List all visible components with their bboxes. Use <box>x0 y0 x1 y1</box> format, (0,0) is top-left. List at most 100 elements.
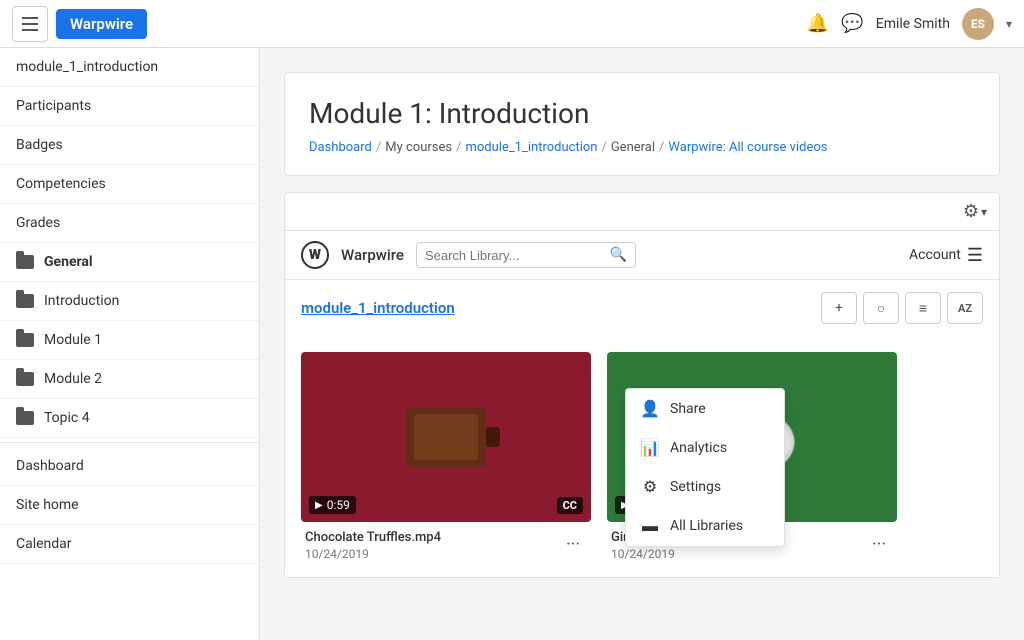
breadcrumb-sep: / <box>659 140 664 155</box>
breadcrumb-module[interactable]: module_1_introduction <box>465 140 597 155</box>
navbar-right: 🔔 💬 Emile Smith ES ▾ <box>807 8 1012 40</box>
dropdown-label-share: Share <box>670 401 706 417</box>
dropdown-label-analytics: Analytics <box>670 440 727 456</box>
warpwire-container: ⚙ ▾ W Warpwire 🔍 Account ☰ <box>284 192 1000 578</box>
hamburger-line-3 <box>22 29 38 31</box>
search-bar[interactable]: 🔍 <box>416 242 636 268</box>
main-content: Module 1: Introduction Dashboard / My co… <box>260 48 1024 640</box>
person-icon: 👤 <box>640 399 660 418</box>
sidebar-item-label: Introduction <box>44 293 119 309</box>
circle-button[interactable]: ○ <box>863 292 899 324</box>
dropdown-label-settings: Settings <box>670 479 721 495</box>
video-date-2: 10/24/2019 <box>611 547 865 561</box>
sidebar-item-dashboard[interactable]: Dashboard <box>0 447 259 486</box>
search-icon[interactable]: 🔍 <box>610 247 627 263</box>
video-filename-1: Chocolate Truffles.mp4 <box>305 530 559 545</box>
search-input[interactable] <box>425 248 604 263</box>
list-button[interactable]: ≡ <box>905 292 941 324</box>
sidebar-item-label: Site home <box>16 497 79 513</box>
dropdown-item-all-libraries[interactable]: ▬ All Libraries <box>626 506 784 546</box>
sidebar-item-label: module_1_introduction <box>16 59 158 75</box>
layers-icon: ▬ <box>640 516 660 536</box>
warpwire-header: W Warpwire 🔍 Account ☰ <box>285 231 999 280</box>
breadcrumb-sep: / <box>376 140 381 155</box>
sidebar-divider <box>0 442 259 443</box>
hamburger-button[interactable] <box>12 6 48 42</box>
sidebar-item-grades[interactable]: Grades <box>0 204 259 243</box>
sidebar-item-label: Dashboard <box>16 458 84 474</box>
sidebar-item-label: Topic 4 <box>44 410 90 426</box>
sidebar-item-label: General <box>44 254 93 270</box>
sidebar-item-label: Participants <box>16 98 91 114</box>
user-dropdown-arrow[interactable]: ▾ <box>1006 17 1012 31</box>
sidebar-item-label: Grades <box>16 215 60 231</box>
gear-icon: ⚙ <box>963 201 979 222</box>
breadcrumb-warpwire[interactable]: Warpwire: All course videos <box>668 140 827 155</box>
add-button[interactable]: + <box>821 292 857 324</box>
username-label: Emile Smith <box>876 16 950 32</box>
warpwire-logo: W <box>301 241 329 269</box>
messages-icon[interactable]: 💬 <box>841 13 863 34</box>
video-duration-1: ▶ 0:59 <box>309 496 356 514</box>
gear-settings-button[interactable]: ⚙ ▾ <box>963 201 987 222</box>
sidebar-item-label: Competencies <box>16 176 106 192</box>
action-buttons: + ○ ≡ AZ <box>821 292 983 324</box>
sidebar-item-label: Calendar <box>16 536 72 552</box>
sidebar-item-module1[interactable]: Module 1 <box>0 321 259 360</box>
notifications-icon[interactable]: 🔔 <box>807 13 829 34</box>
hamburger-line-1 <box>22 17 38 19</box>
video-date-1: 10/24/2019 <box>305 547 559 561</box>
hamburger-menu-icon: ☰ <box>967 245 983 266</box>
layout: module_1_introduction Participants Badge… <box>0 48 1024 640</box>
sidebar-item-badges[interactable]: Badges <box>0 126 259 165</box>
sidebar-item-introduction[interactable]: Introduction <box>0 282 259 321</box>
dropdown-item-settings[interactable]: ⚙ Settings <box>626 467 784 506</box>
page-header: Module 1: Introduction Dashboard / My co… <box>284 72 1000 176</box>
az-button[interactable]: AZ <box>947 292 983 324</box>
sidebar-item-participants[interactable]: Participants <box>0 87 259 126</box>
dropdown-item-analytics[interactable]: 📊 Analytics <box>626 428 784 467</box>
sidebar-item-calendar[interactable]: Calendar <box>0 525 259 564</box>
sidebar-item-module2[interactable]: Module 2 <box>0 360 259 399</box>
folder-icon <box>16 372 34 386</box>
hamburger-line-2 <box>22 23 38 25</box>
dropdown-menu: 👤 Share 📊 Analytics ⚙ Settings ▬ All Lib… <box>625 388 785 547</box>
video-card-1: ▶ 0:59 CC Chocolate Truffles.mp4 10/24/2… <box>301 352 591 565</box>
folder-icon <box>16 411 34 425</box>
sidebar-item-label: Badges <box>16 137 63 153</box>
warpwire-toolbar: ⚙ ▾ <box>285 193 999 231</box>
sidebar-item-sitehome[interactable]: Site home <box>0 486 259 525</box>
sidebar-item-label: Module 1 <box>44 332 102 348</box>
sidebar-item-topic4[interactable]: Topic 4 <box>0 399 259 438</box>
video-more-button-2[interactable]: ··· <box>865 530 893 558</box>
sidebar-item-label: Module 2 <box>44 371 102 387</box>
folder-icon <box>16 294 34 308</box>
account-button[interactable]: Account ☰ <box>909 245 983 266</box>
cutting-board-svg <box>386 392 506 482</box>
warpwire-brand-label: Warpwire <box>341 246 404 264</box>
avatar[interactable]: ES <box>962 8 994 40</box>
thumb-overlay: ▶ 0:59 CC <box>309 496 583 514</box>
breadcrumb-dashboard[interactable]: Dashboard <box>309 140 372 155</box>
play-icon: ▶ <box>315 500 323 511</box>
sidebar-item-general[interactable]: General <box>0 243 259 282</box>
video-thumbnail-1[interactable]: ▶ 0:59 CC <box>301 352 591 522</box>
chart-icon: 📊 <box>640 438 660 457</box>
settings-icon: ⚙ <box>640 477 660 496</box>
account-label: Account <box>909 247 961 263</box>
page-title: Module 1: Introduction <box>309 97 975 130</box>
breadcrumb-sep: / <box>456 140 461 155</box>
sidebar-item-module1intro[interactable]: module_1_introduction <box>0 48 259 87</box>
sidebar: module_1_introduction Participants Badge… <box>0 48 260 640</box>
sidebar-item-competencies[interactable]: Competencies <box>0 165 259 204</box>
breadcrumb-general: General <box>611 140 655 155</box>
navbar: Warpwire 🔔 💬 Emile Smith ES ▾ <box>0 0 1024 48</box>
brand-button[interactable]: Warpwire <box>56 9 147 39</box>
cc-badge-1: CC <box>557 497 583 514</box>
video-more-button-1[interactable]: ··· <box>559 530 587 558</box>
dropdown-item-share[interactable]: 👤 Share <box>626 389 784 428</box>
library-title[interactable]: module_1_introduction <box>301 299 455 317</box>
video-meta-1: Chocolate Truffles.mp4 10/24/2019 <box>305 530 559 561</box>
breadcrumb-mycourses: My courses <box>385 140 452 155</box>
dropdown-label-libraries: All Libraries <box>670 518 743 534</box>
